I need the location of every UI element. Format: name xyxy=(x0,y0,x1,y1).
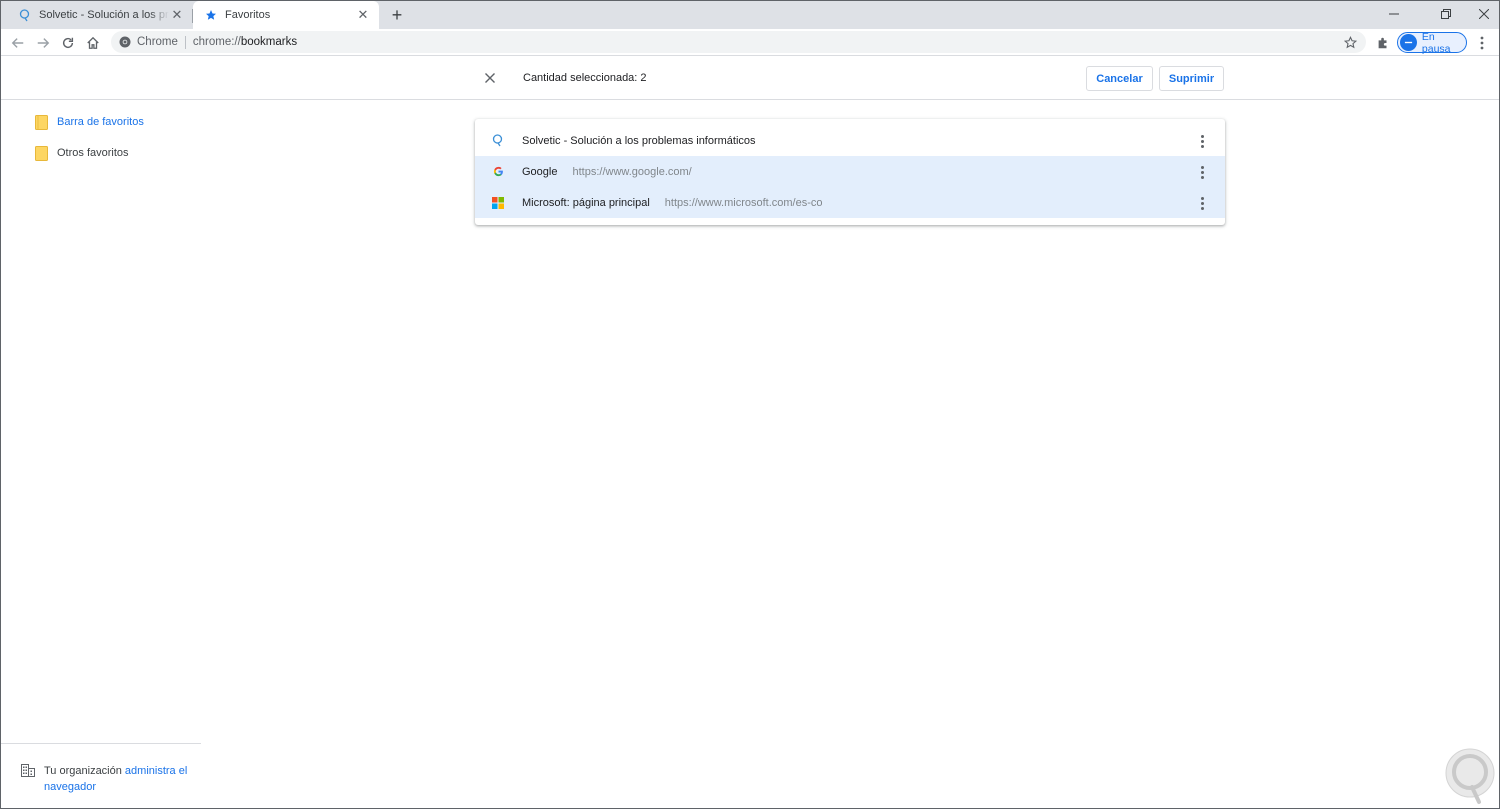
address-bar[interactable]: Chrome chrome://bookmarks xyxy=(111,31,1366,53)
close-window-button[interactable] xyxy=(1469,1,1499,27)
google-icon xyxy=(492,166,504,178)
minimize-button[interactable] xyxy=(1379,1,1409,27)
browser-toolbar: Chrome chrome://bookmarks En pausa xyxy=(1,29,1499,56)
star-icon xyxy=(203,7,219,23)
profile-status: En pausa xyxy=(1421,30,1451,55)
close-tab-icon[interactable]: ✕ xyxy=(355,7,371,23)
new-tab-button[interactable]: + xyxy=(387,5,407,25)
omnibox-scheme: chrome:// xyxy=(192,36,241,48)
tab-title: Solvetic - Solución a los problemas info… xyxy=(39,9,169,21)
back-button[interactable] xyxy=(7,32,29,54)
bookmark-url: https://www.google.com/ xyxy=(572,165,692,178)
profile-button[interactable]: En pausa xyxy=(1397,30,1467,55)
microsoft-icon xyxy=(492,196,504,209)
delete-button[interactable]: Suprimir xyxy=(1159,66,1224,91)
bookmark-list: Solvetic - Solución a los problemas info… xyxy=(475,119,1225,225)
home-button[interactable] xyxy=(82,32,104,54)
management-notice: Tu organización administra el navegador xyxy=(21,763,196,795)
chrome-icon xyxy=(119,36,131,48)
tab-strip: Solvetic - Solución a los problemas info… xyxy=(1,1,1499,29)
solvetic-watermark-icon xyxy=(1441,746,1499,808)
more-actions-icon[interactable] xyxy=(1193,194,1211,212)
folder-icon xyxy=(35,145,48,161)
bookmark-title: Solvetic - Solución a los problemas info… xyxy=(522,134,756,147)
management-text: Tu organización xyxy=(44,765,125,777)
tab-favoritos[interactable]: Favoritos ✕ xyxy=(193,1,379,29)
list-item[interactable]: Solvetic - Solución a los problemas info… xyxy=(475,125,1225,156)
list-item[interactable]: Microsoft: página principal https://www.… xyxy=(475,187,1225,218)
solvetic-icon xyxy=(17,7,33,23)
sidebar-item-otros-favoritos[interactable]: Otros favoritos xyxy=(35,143,129,163)
selection-toolbar: Cantidad seleccionada: 2 Cancelar Suprim… xyxy=(1,57,1499,100)
cancel-button[interactable]: Cancelar xyxy=(1086,66,1153,91)
avatar xyxy=(1400,34,1417,51)
bookmark-title: Google xyxy=(522,165,558,178)
reload-button[interactable] xyxy=(57,32,79,54)
sidebar-divider xyxy=(1,743,201,744)
folder-icon xyxy=(35,114,48,130)
sidebar-item-label: Barra de favoritos xyxy=(57,116,144,128)
solvetic-icon xyxy=(492,134,504,147)
bookmark-title: Microsoft: página principal xyxy=(522,196,650,209)
clear-selection-icon[interactable] xyxy=(481,69,499,87)
building-icon xyxy=(21,764,35,778)
extensions-icon[interactable] xyxy=(1372,32,1394,54)
restore-button[interactable] xyxy=(1431,1,1461,27)
browser-window: Solvetic - Solución a los problemas info… xyxy=(0,0,1500,809)
chrome-menu-icon[interactable] xyxy=(1471,32,1493,54)
forward-button[interactable] xyxy=(32,32,54,54)
tab-title: Favoritos xyxy=(225,9,271,21)
omnibox-origin: Chrome xyxy=(137,36,178,48)
close-tab-icon[interactable]: ✕ xyxy=(169,7,185,23)
list-item[interactable]: Google https://www.google.com/ xyxy=(475,156,1225,187)
sidebar-item-label: Otros favoritos xyxy=(57,147,129,159)
tab-solvetic[interactable]: Solvetic - Solución a los problemas info… xyxy=(7,1,193,29)
more-actions-icon[interactable] xyxy=(1193,163,1211,181)
sidebar-item-barra-de-favoritos[interactable]: Barra de favoritos xyxy=(35,112,144,132)
more-actions-icon[interactable] xyxy=(1193,132,1211,150)
bookmark-url: https://www.microsoft.com/es-co xyxy=(664,196,823,209)
omnibox-separator xyxy=(184,35,186,49)
selection-count: Cantidad seleccionada: 2 xyxy=(523,72,647,84)
bookmark-star-icon[interactable] xyxy=(1342,34,1358,50)
omnibox-host: bookmarks xyxy=(240,36,298,48)
